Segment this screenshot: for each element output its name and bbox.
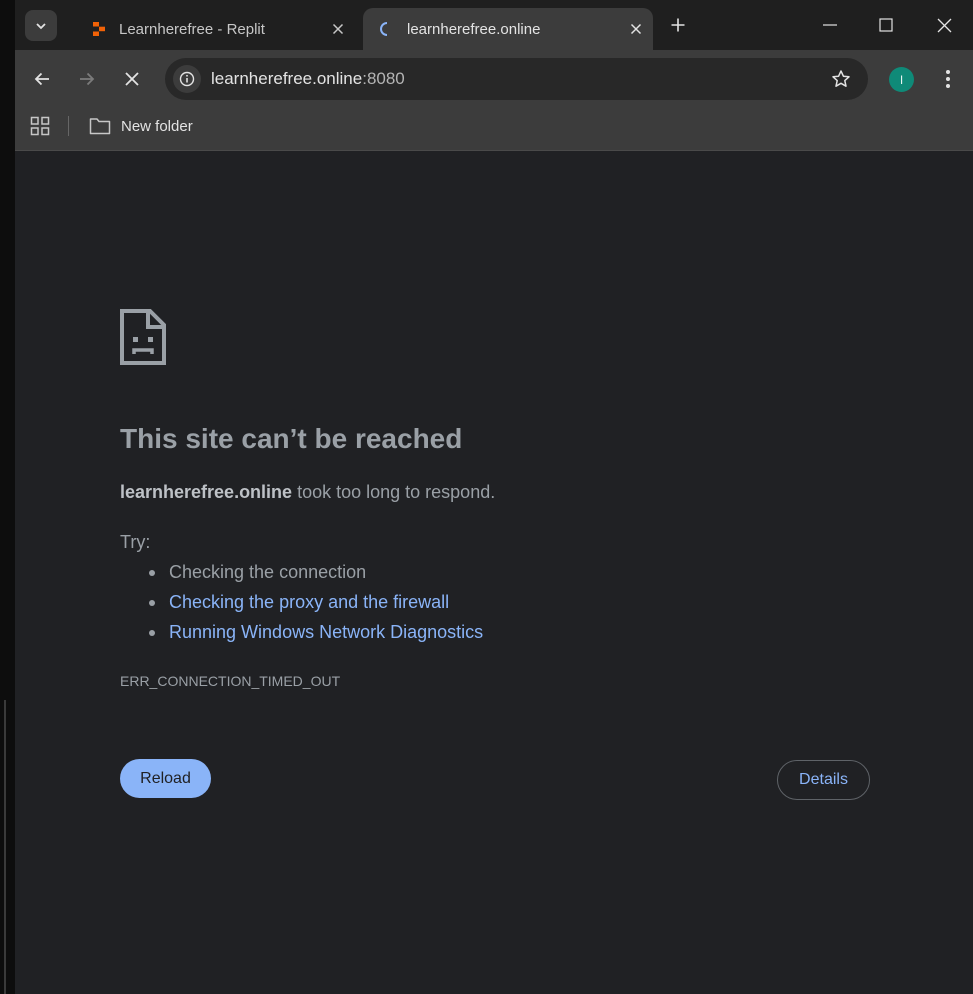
browser-window: Learnherefree - Replit learnherefree.onl… <box>15 0 973 994</box>
back-button[interactable] <box>27 64 57 94</box>
tab-search-button[interactable] <box>25 10 57 41</box>
tab-title: learnherefree.online <box>407 20 541 38</box>
browser-menu-button[interactable] <box>933 64 963 94</box>
suggestion-check-connection: Checking the connection <box>148 562 367 582</box>
close-icon <box>125 72 139 86</box>
stop-loading-button[interactable] <box>117 64 147 94</box>
info-icon <box>179 71 195 87</box>
address-bar[interactable]: learnherefree.online:8080 <box>165 58 868 100</box>
chevron-down-icon <box>36 22 46 29</box>
bookmarks-divider <box>68 116 69 136</box>
close-icon <box>937 18 951 32</box>
error-message: took too long to respond. <box>292 482 496 502</box>
error-host: learnherefree.online <box>120 482 293 502</box>
sad-page-icon <box>120 309 166 370</box>
error-page: This site can’t be reached learnherefree… <box>15 151 973 994</box>
bookmark-folder-new-folder[interactable]: New folder <box>89 114 193 138</box>
close-window-button[interactable] <box>921 6 967 44</box>
new-tab-button[interactable] <box>663 10 693 40</box>
suggestion-proxy-firewall-link[interactable]: Checking the proxy and the firewall <box>148 592 449 613</box>
loading-spinner-icon <box>379 21 395 37</box>
star-icon <box>832 70 850 87</box>
profile-initial: I <box>899 72 904 87</box>
bookmark-label: New folder <box>121 117 193 135</box>
apps-grid-icon <box>30 116 50 136</box>
bookmarks-bar: New folder <box>15 108 973 151</box>
profile-avatar[interactable]: I <box>889 67 914 92</box>
forward-button[interactable] <box>72 64 102 94</box>
suggestion-network-diagnostics-link[interactable]: Running Windows Network Diagnostics <box>148 622 483 643</box>
tab-title: Learnherefree - Replit <box>119 20 265 38</box>
folder-icon <box>89 118 111 135</box>
tab-strip: Learnherefree - Replit learnherefree.onl… <box>15 0 973 50</box>
error-headline: This site can’t be reached <box>120 423 463 454</box>
bookmark-star-button[interactable] <box>830 68 852 90</box>
background-scrollbar <box>4 700 6 994</box>
try-label: Try: <box>120 532 151 552</box>
tab-replit[interactable]: Learnherefree - Replit <box>75 8 355 50</box>
url-text[interactable]: learnherefree.online:8080 <box>211 69 405 89</box>
tab-learnherefree[interactable]: learnherefree.online <box>363 8 653 50</box>
error-description: learnherefree.online took too long to re… <box>120 482 495 503</box>
toolbar: learnherefree.online:8080 I <box>15 50 973 108</box>
url-port: :8080 <box>362 69 405 88</box>
minimize-button[interactable] <box>807 6 853 44</box>
maximize-icon <box>879 18 893 32</box>
plus-icon <box>671 18 685 32</box>
arrow-right-icon <box>80 72 95 86</box>
close-icon[interactable] <box>327 18 349 40</box>
minimize-icon <box>823 24 837 26</box>
arrow-left-icon <box>34 72 49 86</box>
close-icon[interactable] <box>625 18 647 40</box>
more-vert-icon <box>946 70 950 88</box>
replit-icon <box>91 21 107 37</box>
background-window-strip <box>0 0 15 994</box>
reload-button[interactable]: Reload <box>120 759 211 798</box>
maximize-button[interactable] <box>863 6 909 44</box>
site-info-button[interactable] <box>173 65 201 93</box>
apps-button[interactable] <box>29 115 51 137</box>
url-host: learnherefree.online <box>211 69 363 88</box>
error-code: ERR_CONNECTION_TIMED_OUT <box>120 673 341 689</box>
details-button[interactable]: Details <box>777 760 870 800</box>
